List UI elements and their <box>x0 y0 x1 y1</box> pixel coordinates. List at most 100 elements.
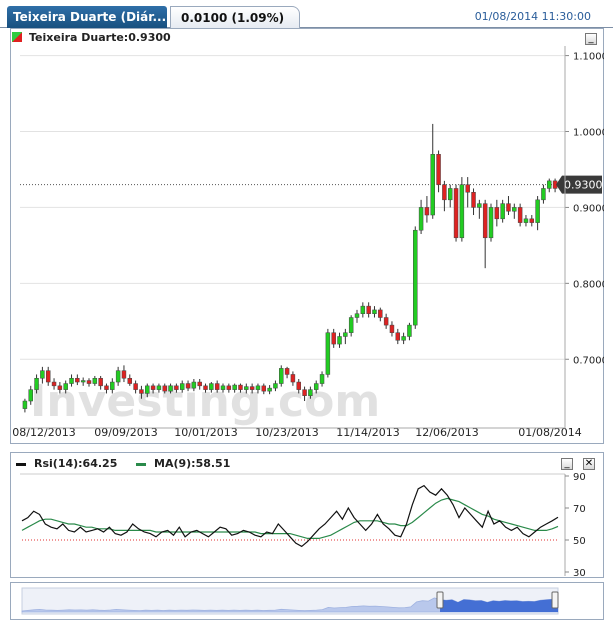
candle-body <box>482 203 488 239</box>
candle-body <box>127 377 133 384</box>
candle <box>366 302 371 318</box>
candle-body <box>40 370 45 379</box>
candle <box>424 196 430 223</box>
candle-body <box>63 383 68 390</box>
candle <box>523 215 529 227</box>
rsi-chart[interactable]: 90 70 50 30 <box>10 452 604 578</box>
candle <box>360 302 366 318</box>
candle-body <box>69 377 74 384</box>
candle-body <box>313 383 319 390</box>
candle <box>447 184 453 208</box>
candle-body <box>249 386 255 390</box>
candle-body <box>191 381 197 389</box>
candle <box>337 332 342 348</box>
candle <box>436 150 441 193</box>
candle-body <box>401 336 406 341</box>
candle-body <box>133 383 138 390</box>
rsi-tick-label: 90 <box>573 472 586 483</box>
candle-body <box>168 385 173 392</box>
candle-body <box>366 305 371 314</box>
navigator-right-handle <box>551 591 559 609</box>
candle-body <box>442 184 447 201</box>
candle-body <box>547 180 552 189</box>
candle <box>395 328 401 345</box>
candle-body <box>104 385 109 390</box>
candle-body <box>98 377 103 387</box>
candle <box>547 178 552 193</box>
candle-body <box>325 332 331 375</box>
candle-body <box>150 385 156 390</box>
candle-body <box>75 377 80 383</box>
price-chart[interactable]: Investing.com 1.10001.00000.90000.80000.… <box>10 28 604 444</box>
candle-body <box>471 191 476 208</box>
candle <box>529 215 535 227</box>
candle-body <box>86 380 92 384</box>
candle-body <box>494 207 500 220</box>
candle-body <box>407 324 412 337</box>
ma-series-line <box>21 497 559 540</box>
candle-body <box>80 380 86 383</box>
candle <box>541 184 546 204</box>
candle-body <box>337 336 342 345</box>
candle-body <box>179 383 185 390</box>
candle <box>418 199 424 234</box>
candle-body <box>308 389 313 396</box>
candle-body <box>436 154 441 185</box>
candle-body <box>121 370 127 379</box>
candle-body <box>296 381 301 390</box>
candle-body <box>389 324 395 333</box>
rsi-series-line <box>21 484 559 548</box>
candle <box>279 365 284 387</box>
candle-body <box>395 332 401 341</box>
instrument-title-tab[interactable]: Teixeira Duarte (Diár... <box>7 6 167 28</box>
candle <box>535 196 540 231</box>
candle-body <box>139 389 144 394</box>
candle-body <box>372 309 377 314</box>
candle-body <box>232 384 237 390</box>
candle-body <box>424 207 430 216</box>
y-tick-label: 1.0000 <box>573 128 604 139</box>
candle <box>512 203 517 219</box>
candle-body <box>255 385 261 390</box>
candle-body <box>273 383 278 389</box>
candle-body <box>517 207 523 223</box>
candle <box>442 180 447 212</box>
candle-body <box>348 317 354 333</box>
candle <box>494 199 500 227</box>
candle-body <box>500 203 505 220</box>
candle <box>401 332 406 345</box>
candle-body <box>290 374 296 383</box>
candle-body <box>465 184 470 193</box>
candle-body <box>430 154 435 216</box>
candle-body <box>418 207 424 231</box>
candle <box>500 199 505 223</box>
candle <box>430 123 435 219</box>
navigator[interactable] <box>10 582 604 620</box>
candle-body <box>156 385 162 390</box>
candle-body <box>110 381 115 390</box>
y-tick-label: 0.8000 <box>573 279 604 290</box>
candle <box>372 306 377 318</box>
candle <box>477 199 482 219</box>
candle <box>325 328 331 378</box>
candle-body <box>214 383 220 390</box>
candle-body <box>226 385 232 390</box>
candle-body <box>413 229 418 326</box>
y-tick-label: 0.9000 <box>573 203 604 214</box>
candle-body <box>354 313 360 318</box>
candle-body <box>459 184 465 239</box>
candle <box>552 178 558 193</box>
last-price-tag: 0.9300 <box>556 175 603 194</box>
candle <box>413 226 418 329</box>
candle-body <box>92 377 98 384</box>
candle-body <box>162 385 167 392</box>
candle-body <box>331 332 336 345</box>
candle <box>343 328 348 345</box>
candle <box>482 199 488 269</box>
rsi-tick-label: 30 <box>573 568 586 578</box>
candle-body <box>512 207 517 212</box>
candle-body <box>279 368 284 384</box>
candle-body <box>57 385 63 390</box>
candle-body <box>506 203 511 212</box>
minimize-icon[interactable]: _ <box>585 33 597 45</box>
